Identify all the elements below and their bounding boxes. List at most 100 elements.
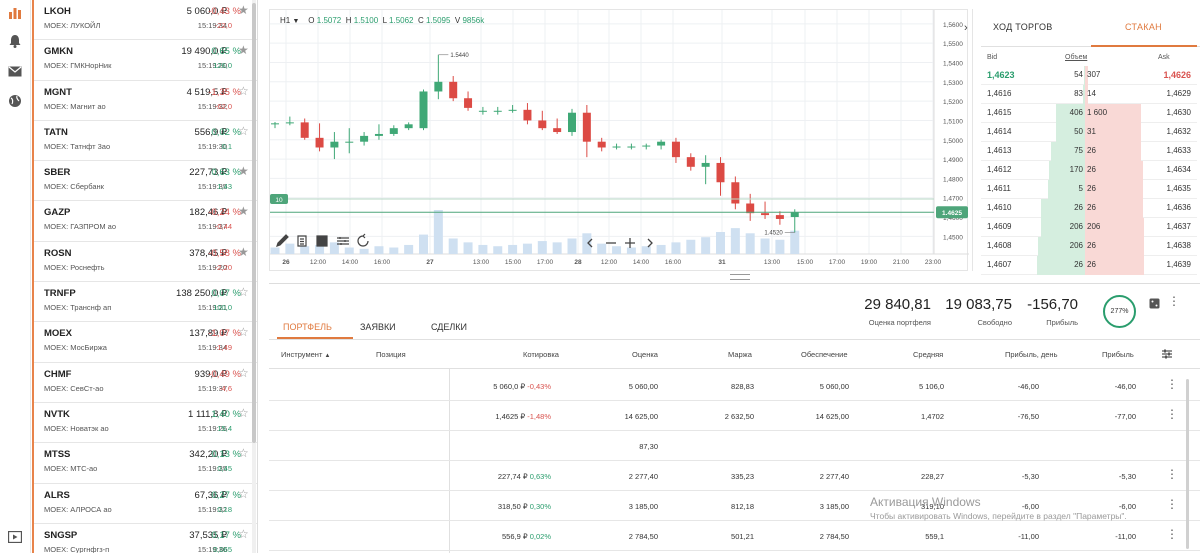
margin-cell: 828,83 (731, 382, 754, 391)
column-header-value[interactable]: Оценка (632, 350, 658, 359)
instrument-name: MOEX: МТС-ао (44, 464, 98, 474)
order-book-row[interactable]: 1,4616 83 14 1,4629 (981, 85, 1197, 104)
instrument-name: MOEX: АЛРОСА ао (44, 504, 112, 514)
watchlist-row-sngsp[interactable]: SNGSP 37,535 ₽0,17 % ☆ MOEX: Сургнфгз-п 15:1… (34, 524, 257, 553)
dice-icon[interactable] (1149, 296, 1160, 314)
favorite-star-icon[interactable]: ☆ (238, 84, 249, 98)
favorite-star-icon[interactable]: ☆ (238, 366, 249, 380)
change-percent: 0,63 % (211, 167, 241, 179)
plus-icon[interactable] (625, 238, 635, 248)
price-chart[interactable]: 1,5600 1,5500 1,5400 1,5300 1,5200 1,5100 1,50… (269, 9, 969, 272)
row-menu-icon[interactable]: ⋮ (1166, 407, 1178, 421)
more-menu-icon[interactable]: ⋮ (1168, 294, 1180, 308)
ask-price: 1,4638 (1166, 241, 1191, 250)
watchlist-scroll-thumb[interactable] (252, 3, 256, 443)
column-header-quote[interactable]: Котировка (523, 350, 559, 359)
settings-sliders-icon[interactable] (337, 237, 349, 245)
favorite-star-icon[interactable]: ★ (238, 43, 249, 57)
favorite-star-icon[interactable]: ★ (238, 245, 249, 259)
panel-resize-handle[interactable] (730, 274, 750, 280)
y-tick-label: 1,4800 (943, 176, 963, 183)
order-book-row[interactable]: 1,4612 170 26 1,4634 (981, 161, 1197, 180)
row-menu-icon[interactable]: ⋮ (1166, 497, 1178, 511)
notes-icon[interactable] (297, 235, 307, 247)
watchlist-row-mgnt[interactable]: MGNT 4 519,5 ₽ -1,35 % ☆ MOEX: Магнит ао 15:1… (34, 81, 257, 121)
bell-icon[interactable] (5, 31, 25, 51)
favorite-star-icon[interactable]: ☆ (238, 527, 249, 541)
column-header-margin[interactable]: Маржа (728, 350, 752, 359)
value-cell: 14 625,00 (624, 412, 658, 421)
table-row[interactable]: 87,30 (269, 432, 1200, 461)
volume-header[interactable]: Объем (1065, 54, 1087, 61)
order-book-row[interactable]: 1,4614 50 31 1,4632 (981, 123, 1197, 142)
change-percent: 0,02 % (211, 126, 241, 138)
watchlist-row-trnfp[interactable]: TRNFP 138 250,0 ₽0,07 % ☆ MOEX: Транснф ап 1… (34, 282, 257, 323)
order-book-row[interactable]: 1,4609 206 206 1,4637 (981, 218, 1197, 237)
column-header-instrument[interactable]: Инструмент ▲ (281, 350, 330, 359)
favorite-star-icon[interactable]: ☆ (238, 446, 249, 460)
chart-icon[interactable] (5, 3, 25, 23)
watchlist-row-tatn[interactable]: TATN 556,9 ₽0,02 % ☆ MOEX: Татнфт 3ао 15:19:… (34, 121, 257, 162)
row-menu-icon[interactable]: ⋮ (1166, 527, 1178, 541)
instrument-name: MOEX: Сургнфгз-п (44, 544, 110, 553)
table-row[interactable]: 227,74 ₽ 0,63% 2 277,40 335,23 2 277,40 228,… (269, 462, 1200, 491)
tab-portfolio[interactable]: ПОРТФЕЛЬ (283, 322, 332, 332)
order-book-row[interactable]: 1,4613 75 26 1,4633 (981, 142, 1197, 161)
order-book-row[interactable]: 1,4608 206 26 1,4638 (981, 237, 1197, 256)
timeframe-selector[interactable]: H1 ▼ (280, 16, 299, 25)
order-book-row[interactable]: 1,4607 26 26 1,4639 (981, 256, 1197, 275)
order-book-row[interactable]: 1,4610 26 26 1,4636 (981, 199, 1197, 218)
mail-icon[interactable] (5, 61, 25, 81)
add-chart-icon[interactable] (316, 235, 328, 247)
order-book-row[interactable]: 1,4611 5 26 1,4635 (981, 180, 1197, 199)
order-book-row[interactable]: 1,4623 54 307 1,4626 (981, 66, 1197, 85)
favorite-star-icon[interactable]: ★ (238, 3, 249, 17)
favorite-star-icon[interactable]: ★ (238, 164, 249, 178)
margin-gauge[interactable]: 277% (1103, 295, 1136, 328)
volume-bar (522, 243, 532, 254)
watchlist-row-lkoh[interactable]: LKOH 5 060,0 ₽ -0,43 % ★ MOEX: ЛУКОЙЛ 15:19:3… (34, 0, 257, 41)
watchlist-row-chmf[interactable]: CHMF 939,0 ₽ -0,49 % ☆ MOEX: СевСт-ао 15:19:3… (34, 363, 257, 403)
favorite-star-icon[interactable]: ☆ (238, 124, 249, 138)
favorite-star-icon[interactable]: ☆ (238, 406, 249, 420)
watchlist-row-gmkn[interactable]: GMKN 19 490,0 ₽0,65 % ★ MOEX: ГМКНорНик 15:1… (34, 40, 257, 81)
refresh-icon[interactable] (357, 233, 369, 247)
row-menu-icon[interactable]: ⋮ (1166, 377, 1178, 391)
tab-deals[interactable]: СДЕЛКИ (431, 322, 467, 332)
tab-trades[interactable]: ХОД ТОРГОВ (993, 22, 1053, 32)
column-header-profit[interactable]: Прибыль (1102, 350, 1134, 359)
column-header-profit-day[interactable]: Прибыль, день (1005, 350, 1058, 359)
row-menu-icon[interactable]: ⋮ (1166, 467, 1178, 481)
watchlist-row-moex[interactable]: MOEX 137,89 ₽ -1,07 % ☆ MOEX: МосБиржа 15:19:… (34, 322, 257, 363)
order-book-row[interactable]: 1,4615 406 1 600 1,4630 (981, 104, 1197, 123)
table-row[interactable]: 1,4625 ₽ -1,48% 14 625,00 2 632,50 14 625,0… (269, 402, 1200, 431)
watchlist-row-alrs[interactable]: ALRS 67,36 ₽0,27 % ☆ MOEX: АЛРОСА ао 15:19:3… (34, 484, 257, 524)
table-row[interactable]: 556,9 ₽ 0,02% 2 784,50 501,21 2 784,50 559,1… (269, 522, 1200, 551)
quote-value: 1,4625 ₽ (495, 412, 526, 421)
watchlist-row-rosn[interactable]: ROSN 378,45 ₽ -0,58 % ★ MOEX: Роснефть 15:19:… (34, 242, 257, 283)
favorite-star-icon[interactable]: ★ (238, 204, 249, 218)
favorite-star-icon[interactable]: ☆ (238, 325, 249, 339)
favorite-star-icon[interactable]: ☆ (238, 487, 249, 501)
portfolio-scrollbar[interactable] (1186, 379, 1189, 549)
tab-order-book[interactable]: СТАКАН (1125, 22, 1162, 32)
column-header-collateral[interactable]: Обеспечение (801, 350, 848, 359)
table-row[interactable]: 5 060,0 ₽ -0,43% 5 060,00 828,83 5 060,00 5 … (269, 372, 1200, 401)
x-tick-label: 14:00 (633, 259, 650, 266)
column-settings-icon[interactable] (1161, 347, 1173, 365)
favorite-star-icon[interactable]: ☆ (238, 285, 249, 299)
order-book-panel: ХОД ТОРГОВ СТАКАН Bid Объем Ask 1,4623 54… (972, 9, 1200, 275)
ticker: ALRS (44, 489, 70, 501)
chevron-right-icon[interactable]: › (964, 22, 968, 34)
watchlist-row-mtss[interactable]: MTSS 342,20 ₽0,13 % ☆ MOEX: МТС-ао 15:19:35 0… (34, 443, 257, 484)
column-header-average[interactable]: Средняя (913, 350, 943, 359)
chevron-right-icon[interactable] (647, 238, 653, 248)
video-icon[interactable] (5, 527, 25, 547)
chart-canvas[interactable]: 1,5600 1,5500 1,5400 1,5300 1,5200 1,5100 1,50… (270, 10, 969, 272)
globe-icon[interactable] (5, 91, 25, 111)
watchlist-row-sber[interactable]: SBER 227,73 ₽0,63 % ★ MOEX: Сбербанк 15:19:3… (34, 161, 257, 202)
tab-orders[interactable]: ЗАЯВКИ (360, 322, 396, 332)
watchlist-row-nvtk[interactable]: NVTK 1 111,8 ₽1,40 % ☆ MOEX: Новатэк ао 15:1… (34, 403, 257, 444)
watchlist-row-gazp[interactable]: GAZP 182,46 ₽ -0,24 % ★ MOEX: ГАЗПРОМ ао 15:1… (34, 201, 257, 242)
column-header-position[interactable]: Позиция (376, 350, 406, 359)
